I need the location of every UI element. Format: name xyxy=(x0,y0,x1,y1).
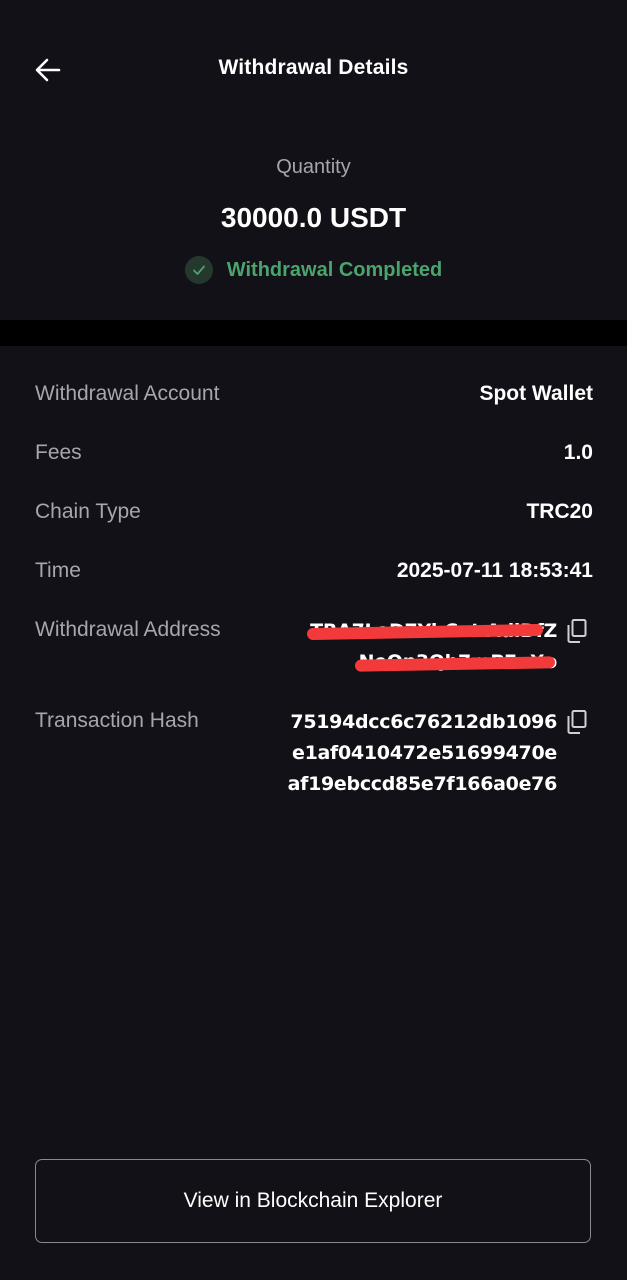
copy-hash-button[interactable] xyxy=(565,709,589,735)
withdrawal-address-row: Withdrawal Address TRA7LoD7YbCnt AdiDfZ … xyxy=(35,618,593,682)
transaction-hash-value: 75194dcc6c76212db1096e1af0410472e5169947… xyxy=(287,711,558,795)
check-circle-icon xyxy=(184,256,213,284)
transaction-hash-label: Transaction Hash xyxy=(35,709,199,732)
quantity-label: Quantity xyxy=(276,156,351,178)
quantity-value: 30000.0 USDT xyxy=(220,202,407,233)
time-value: 2025-07-11 18:53:41 xyxy=(396,559,593,582)
copy-address-button[interactable] xyxy=(565,618,589,644)
withdrawal-address-label: Withdrawal Address xyxy=(35,618,221,641)
copy-icon xyxy=(567,619,587,643)
fees-value: 1.0 xyxy=(563,441,593,464)
section-divider xyxy=(0,320,627,346)
copy-icon xyxy=(567,710,587,734)
withdrawal-account-label: Withdrawal Account xyxy=(35,382,220,405)
chain-type-value: TRC20 xyxy=(526,500,593,523)
fees-label: Fees xyxy=(35,441,82,464)
transaction-hash-row: Transaction Hash 75194dcc6c76212db1096e1… xyxy=(35,709,593,833)
status-text: Withdrawal Completed xyxy=(226,258,443,281)
status-badge: Withdrawal Completed xyxy=(0,256,627,284)
withdrawal-account-value: Spot Wallet xyxy=(479,382,593,405)
time-label: Time xyxy=(35,559,81,582)
chain-type-label: Chain Type xyxy=(35,500,141,523)
page-title: Withdrawal Details xyxy=(218,56,409,79)
summary-section: Withdrawal Details Quantity 30000.0 USDT… xyxy=(0,0,627,320)
view-explorer-button[interactable]: View in Blockchain Explorer xyxy=(35,1159,591,1243)
